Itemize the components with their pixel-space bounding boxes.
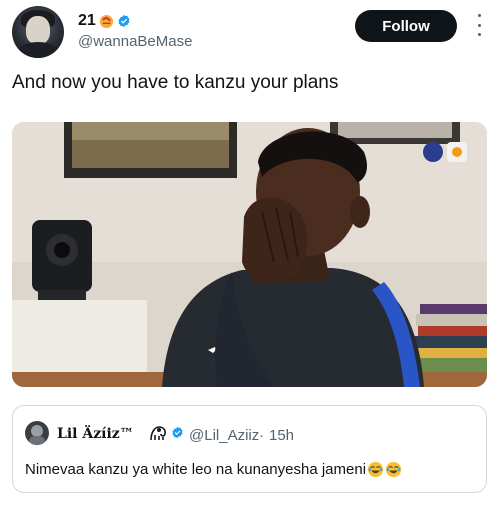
tweet-text: And now you have to kanzu your plans xyxy=(12,72,339,93)
author-handle[interactable]: @wannaBeMase xyxy=(78,33,192,50)
quoted-tweet-text-row: Nimevaa kanzu ya white leo na kunanyesha… xyxy=(25,461,402,478)
more-vertical-icon[interactable] xyxy=(476,14,482,36)
quoted-verified-badge-icon xyxy=(172,426,183,439)
author-avatar[interactable] xyxy=(12,6,64,58)
separator-dot: · xyxy=(259,427,264,444)
quoted-tweet[interactable]: Lil Äzíiz™ @Lil_Aziiz · 15h Nimevaa kanz… xyxy=(12,405,487,493)
lion-emblem-icon xyxy=(150,426,166,441)
laughing-emoji-icon xyxy=(385,461,402,478)
follow-button[interactable]: Follow xyxy=(355,10,457,42)
media-photo xyxy=(12,122,487,387)
quoted-tweet-time[interactable]: 15h xyxy=(269,427,294,444)
quoted-author-name[interactable]: Lil Äzíiz™ xyxy=(57,426,134,442)
verified-badge-icon xyxy=(118,14,130,28)
quoted-author-avatar[interactable] xyxy=(25,421,49,445)
laughing-emoji-icon xyxy=(367,461,384,478)
100-emoji-icon xyxy=(99,14,113,28)
quoted-author-handle[interactable]: @Lil_Aziiz xyxy=(189,427,259,444)
tweet-media-image[interactable] xyxy=(12,122,487,387)
author-name[interactable]: 21 xyxy=(78,12,96,30)
quoted-tweet-text: Nimevaa kanzu ya white leo na kunanyesha… xyxy=(25,461,367,478)
author-name-row[interactable]: 21 xyxy=(78,12,131,30)
